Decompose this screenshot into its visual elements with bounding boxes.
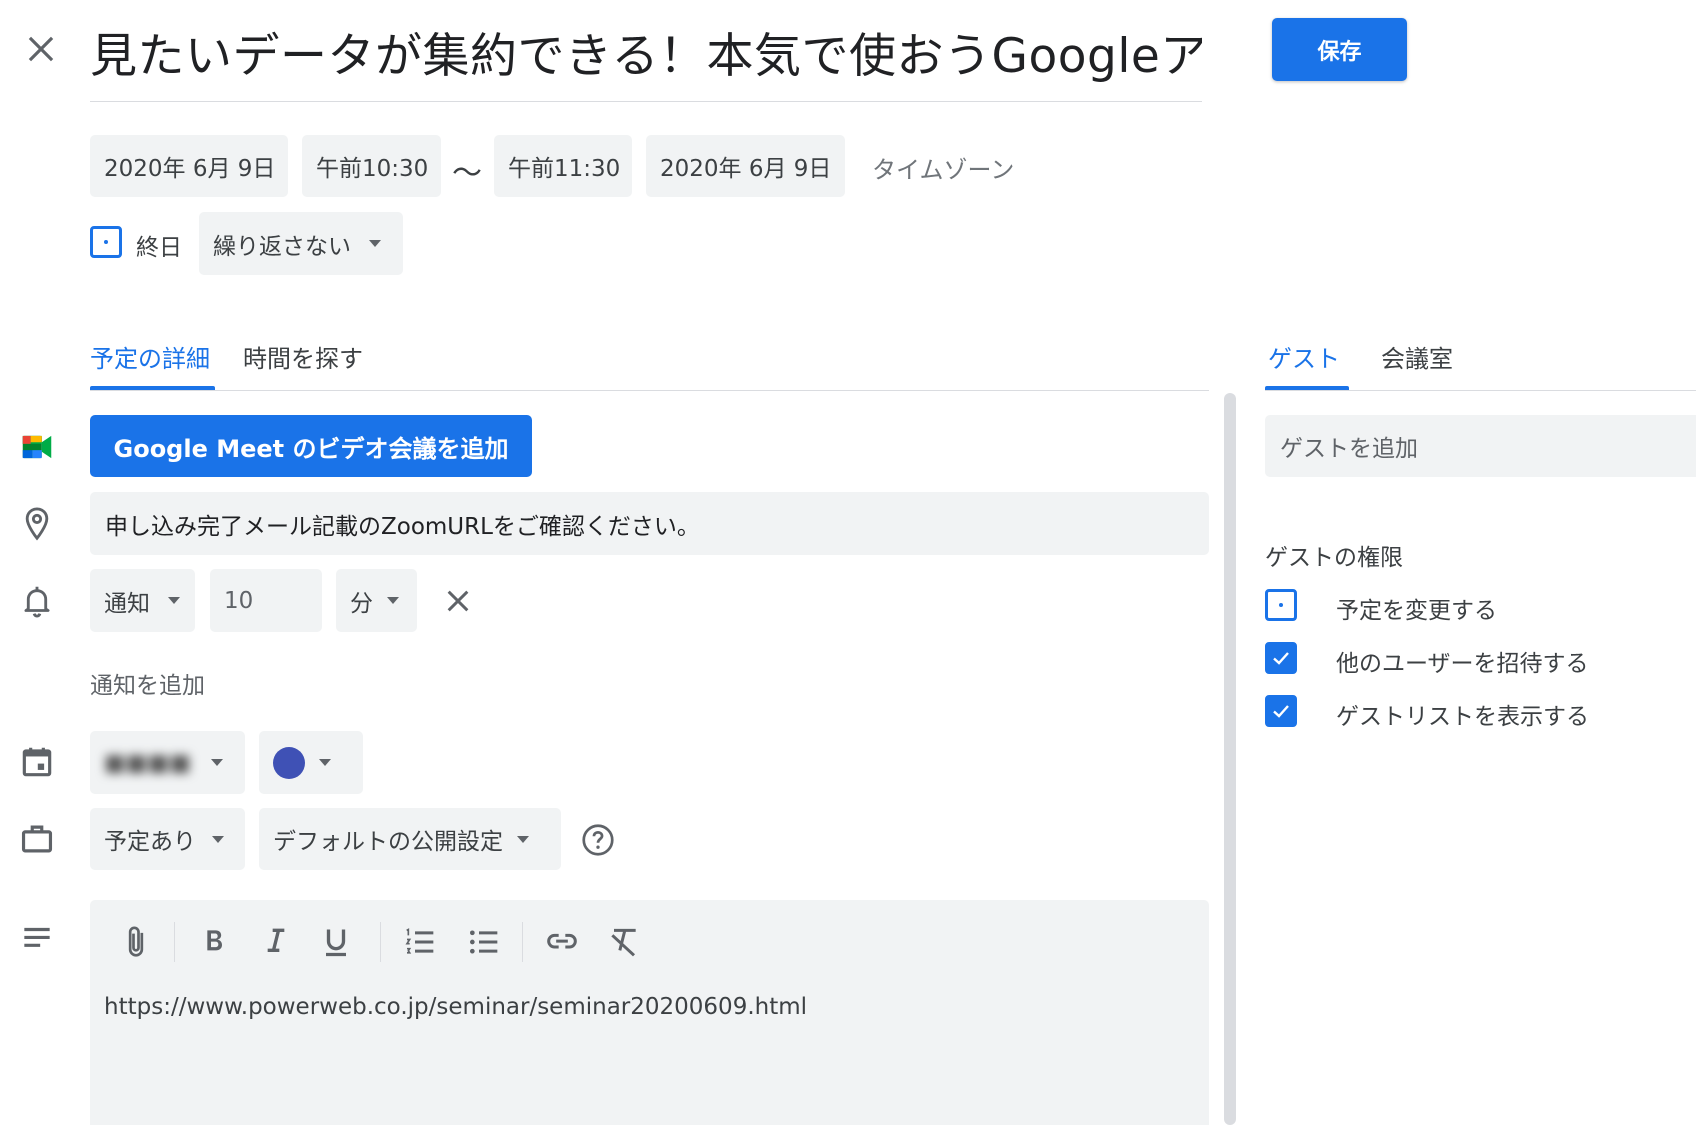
save-button[interactable]: 保存 (1272, 18, 1407, 81)
repeat-dropdown[interactable]: 繰り返さない (199, 212, 403, 275)
tab-rooms[interactable]: 会議室 (1381, 339, 1453, 374)
description-text: https://www.powerweb.co.jp/seminar/semin… (104, 994, 808, 1020)
all-day-checkbox[interactable] (90, 226, 122, 258)
permission-see-guests-label: ゲストリストを表示する (1336, 704, 1589, 730)
calendar-select-dropdown[interactable]: ■■■■ (90, 731, 245, 794)
chevron-down-icon (319, 759, 331, 766)
permission-see-guests-checkbox[interactable] (1265, 695, 1297, 727)
italic-icon[interactable] (256, 922, 296, 962)
event-title-input[interactable]: 見たいデータが集約できる！本気で使おうGoogleア (90, 18, 1202, 102)
chevron-down-icon (387, 597, 399, 604)
checkmark-icon (1273, 705, 1289, 718)
timezone-link[interactable]: タイムゾーン (872, 150, 1014, 185)
notification-unit-dropdown[interactable]: 分 (336, 569, 417, 632)
attachment-icon[interactable] (116, 922, 156, 962)
tabs-divider (1265, 390, 1696, 391)
add-guest-input[interactable]: ゲストを追加 (1265, 415, 1696, 477)
clear-formatting-icon[interactable] (604, 922, 644, 962)
briefcase-icon (21, 825, 53, 853)
time-separator: 〜 (452, 156, 482, 191)
tabs-divider (90, 390, 1209, 391)
link-icon[interactable] (542, 922, 582, 962)
tab-guests[interactable]: ゲスト (1268, 339, 1340, 374)
toolbar-separator (522, 922, 523, 962)
toolbar-separator (380, 922, 381, 962)
calendar-name: ■■■■ (104, 749, 191, 776)
all-day-label: 終日 (136, 235, 182, 261)
add-google-meet-button[interactable]: Google Meet のビデオ会議を追加 (90, 415, 532, 477)
permission-invite-checkbox[interactable] (1265, 642, 1297, 674)
chevron-down-icon (212, 835, 224, 843)
notification-type-label: 通知 (104, 590, 150, 617)
toolbar-separator (174, 922, 175, 962)
chevron-down-icon (210, 759, 223, 766)
chevron-down-icon (369, 240, 381, 247)
permission-modify-label: 予定を変更する (1336, 598, 1497, 624)
visibility-label: デフォルトの公開設定 (273, 829, 503, 855)
description-editor[interactable]: https://www.powerweb.co.jp/seminar/semin… (90, 900, 1209, 1125)
vertical-scrollbar[interactable] (1224, 393, 1236, 1125)
add-notification-link[interactable]: 通知を追加 (90, 666, 205, 700)
start-date-chip[interactable]: 2020年 6月 9日 (90, 135, 288, 197)
location-pin-icon (25, 507, 49, 541)
remove-notification-icon[interactable] (442, 585, 474, 617)
calendar-icon (22, 747, 52, 777)
close-icon[interactable] (22, 30, 60, 68)
checkmark-icon (1273, 652, 1289, 665)
bulleted-list-icon[interactable] (464, 922, 504, 962)
chevron-down-icon (517, 835, 529, 843)
tab-event-details[interactable]: 予定の詳細 (90, 339, 210, 374)
permission-invite-label: 他のユーザーを招待する (1336, 651, 1589, 677)
help-icon[interactable] (580, 822, 616, 858)
guest-permissions-title: ゲストの権限 (1265, 545, 1403, 571)
notification-type-dropdown[interactable]: 通知 (90, 569, 195, 632)
bell-icon (24, 586, 50, 618)
tab-find-time[interactable]: 時間を探す (243, 339, 363, 374)
busy-status-label: 予定あり (104, 829, 196, 855)
event-title: 見たいデータが集約できる！本気で使おうGoogleア (90, 29, 1202, 84)
bold-icon[interactable] (194, 922, 234, 962)
busy-status-dropdown[interactable]: 予定あり (90, 808, 245, 870)
end-time-chip[interactable]: 午前11:30 (494, 135, 632, 197)
repeat-label: 繰り返さない (213, 233, 351, 260)
numbered-list-icon[interactable] (400, 922, 440, 962)
event-color-dropdown[interactable] (259, 731, 363, 794)
end-date-chip[interactable]: 2020年 6月 9日 (646, 135, 845, 197)
underline-icon[interactable] (316, 922, 356, 962)
google-meet-icon (22, 435, 52, 459)
visibility-dropdown[interactable]: デフォルトの公開設定 (259, 808, 561, 870)
permission-modify-checkbox[interactable] (1265, 589, 1297, 621)
start-time-chip[interactable]: 午前10:30 (302, 135, 441, 197)
notification-unit-label: 分 (350, 590, 373, 617)
notification-value-input[interactable]: 10 (210, 569, 322, 632)
event-color-swatch (273, 746, 305, 779)
location-input[interactable]: 申し込み完了メール記載のZoomURLをご確認ください。 (90, 492, 1209, 555)
description-icon (24, 927, 50, 947)
chevron-down-icon (168, 597, 180, 604)
